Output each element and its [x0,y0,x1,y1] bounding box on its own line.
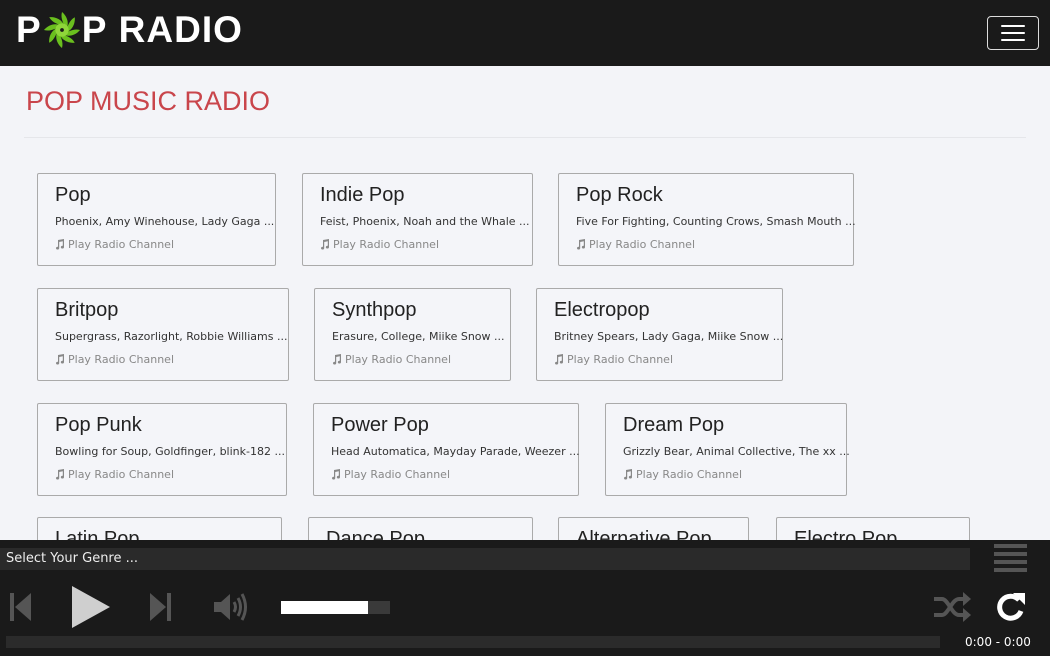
genre-card-synthpop[interactable]: Synthpop Erasure, College, Miike Snow ..… [314,288,511,381]
shuffle-icon[interactable] [934,592,971,622]
card-title: Pop Rock [576,184,663,206]
play-channel-link[interactable]: Play Radio Channel [623,468,742,481]
play-channel-link[interactable]: Play Radio Channel [55,353,174,366]
logo-word: RADIO [118,9,243,51]
previous-icon[interactable] [10,591,32,623]
card-artists: Bowling for Soup, Goldfinger, blink-182 … [55,445,285,458]
repeat-icon[interactable] [995,591,1026,623]
music-note-icon [56,239,65,250]
card-artists: Phoenix, Amy Winehouse, Lady Gaga ... [55,215,275,228]
play-channel-label: Play Radio Channel [68,238,175,251]
audio-player: Select Your Genre ... 0:00 - 0:00 [0,540,1050,656]
genre-card-electropop[interactable]: Electropop Britney Spears, Lady Gaga, Mi… [536,288,783,381]
card-title: Pop Punk [55,414,142,436]
logo-letter-p: P [81,9,108,51]
hamburger-icon [1001,25,1025,27]
logo-disc-icon [43,11,80,48]
volume-level [281,601,369,614]
card-title: Electropop [554,299,650,321]
genre-card-pop-rock[interactable]: Pop Rock Five For Fighting, Counting Cro… [558,173,856,266]
divider [24,137,1026,138]
music-note-icon [333,354,342,365]
music-note-icon [624,469,633,480]
play-channel-link[interactable]: Play Radio Channel [332,353,451,366]
play-channel-link[interactable]: Play Radio Channel [554,353,673,366]
card-title: Pop [55,184,91,206]
music-note-icon [577,239,586,250]
genre-card-power-pop[interactable]: Power Pop Head Automatica, Mayday Parade… [313,403,580,496]
card-artists: Britney Spears, Lady Gaga, Miike Snow ..… [554,330,784,343]
music-note-icon [56,354,65,365]
page-title: POP MUSIC RADIO [26,86,271,116]
play-icon[interactable] [71,585,111,629]
navbar: P P RADIO [0,0,1050,66]
progress-bar[interactable] [6,636,940,648]
card-title: Indie Pop [320,184,405,206]
time-display: 0:00 - 0:00 [965,635,1031,649]
logo-letter-p: P [16,9,42,51]
card-title: Synthpop [332,299,417,321]
card-artists: Feist, Phoenix, Noah and the Whale ... [320,215,530,228]
volume-icon[interactable] [214,592,250,622]
genre-card-pop[interactable]: Pop Phoenix, Amy Winehouse, Lady Gaga ..… [37,173,276,266]
play-channel-link[interactable]: Play Radio Channel [55,238,174,251]
play-channel-label: Play Radio Channel [589,238,696,251]
play-channel-label: Play Radio Channel [345,353,452,366]
music-note-icon [321,239,330,250]
card-artists: Erasure, College, Miike Snow ... [332,330,505,343]
card-artists: Head Automatica, Mayday Parade, Weezer .… [331,445,580,458]
next-icon[interactable] [150,591,172,623]
play-channel-label: Play Radio Channel [68,468,175,481]
play-channel-label: Play Radio Channel [344,468,451,481]
music-note-icon [555,354,564,365]
card-artists: Grizzly Bear, Animal Collective, The xx … [623,445,850,458]
genre-card-britpop[interactable]: Britpop Supergrass, Razorlight, Robbie W… [37,288,289,381]
now-playing-text: Select Your Genre ... [0,548,970,570]
play-channel-link[interactable]: Play Radio Channel [576,238,695,251]
volume-slider[interactable] [281,601,390,614]
music-note-icon [56,469,65,480]
play-channel-label: Play Radio Channel [333,238,440,251]
card-title: Power Pop [331,414,429,436]
genre-card-dream-pop[interactable]: Dream Pop Grizzly Bear, Animal Collectiv… [605,403,850,496]
card-artists: Supergrass, Razorlight, Robbie Williams … [55,330,288,343]
hamburger-icon-line [1001,32,1025,34]
menu-toggle-button[interactable] [987,16,1039,50]
playlist-icon[interactable] [994,544,1027,572]
genre-card-pop-punk[interactable]: Pop Punk Bowling for Soup, Goldfinger, b… [37,403,287,496]
play-channel-link[interactable]: Play Radio Channel [320,238,439,251]
music-note-icon [332,469,341,480]
play-channel-label: Play Radio Channel [68,353,175,366]
play-channel-link[interactable]: Play Radio Channel [331,468,450,481]
play-channel-label: Play Radio Channel [567,353,674,366]
card-artists: Five For Fighting, Counting Crows, Smash… [576,215,856,228]
genre-card-indie-pop[interactable]: Indie Pop Feist, Phoenix, Noah and the W… [302,173,533,266]
play-channel-link[interactable]: Play Radio Channel [55,468,174,481]
hamburger-icon-line [1001,39,1025,41]
card-title: Dream Pop [623,414,725,436]
play-channel-label: Play Radio Channel [636,468,743,481]
card-title: Britpop [55,299,119,321]
site-logo[interactable]: P P RADIO [16,9,243,51]
